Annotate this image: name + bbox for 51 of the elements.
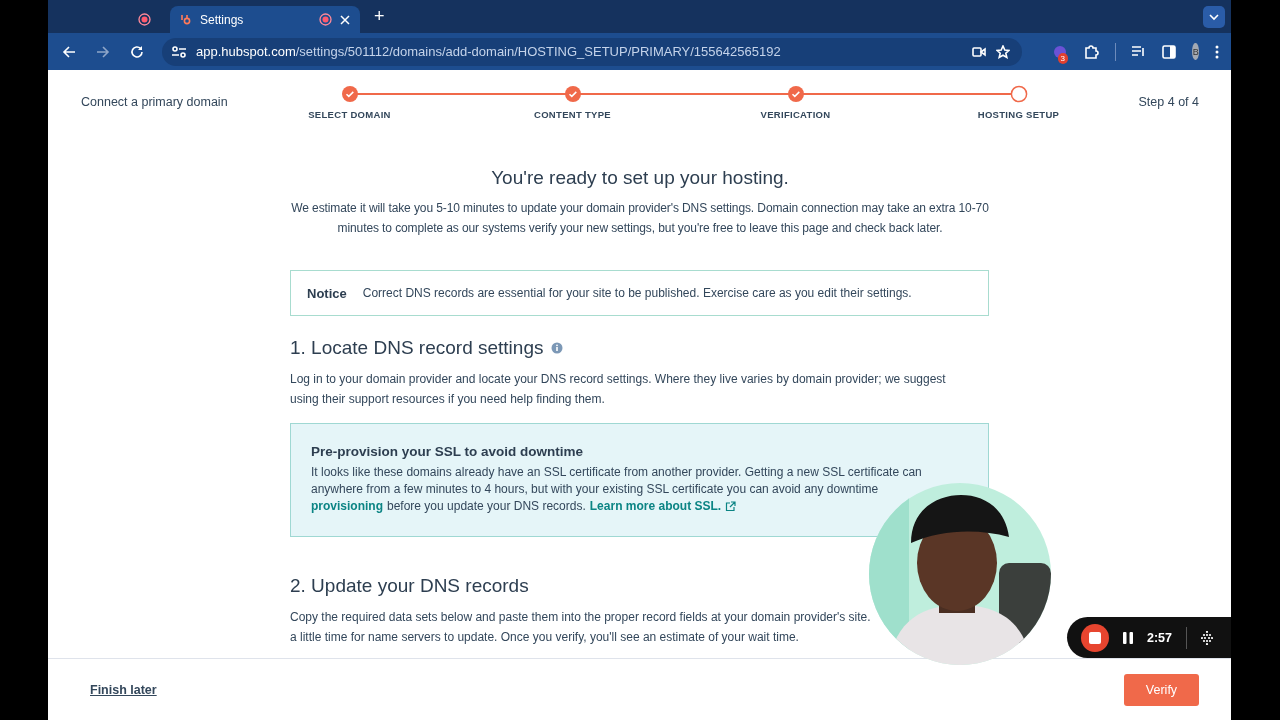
media-list-icon[interactable] <box>1131 45 1147 58</box>
finish-later-link[interactable]: Finish later <box>90 682 157 697</box>
body-text: Log in to your domain provider and locate your DNS record settings. Where they live varies by domain provider; we suggest <box>290 371 947 388</box>
section-heading: 1. Locate DNS record settings <box>290 337 544 359</box>
stop-recording-icon[interactable] <box>1081 623 1109 652</box>
step-label: CONTENT TYPE <box>534 109 611 120</box>
notice-text: Correct DNS records are essential for your site to be published. Exercise care as you edit their settings. <box>362 286 912 300</box>
callout-text: before you update your DNS records. <box>387 498 586 515</box>
intro-text: We estimate it will take you 5-10 minutes to update your domain provider's DNS settings. Domain connection may take an extra 10-70 minutes to complete as our systems verify your new settings, but you're free to leave this page and check back later. <box>290 200 990 237</box>
camera-icon[interactable] <box>972 45 986 58</box>
sprocket-icon <box>180 13 192 26</box>
pause-icon[interactable] <box>1123 631 1133 644</box>
address-bar[interactable]: app.hubspot.com/settings/501112/domains/add-domain/HOSTING_SETUP/PRIMARY/155642565192 <box>162 37 1022 66</box>
star-icon[interactable] <box>996 44 1010 59</box>
provisioning-link[interactable]: provisioning <box>311 498 383 515</box>
recording-time: 2:57 <box>1147 630 1173 645</box>
notification-badge: 3 <box>1057 52 1068 64</box>
recording-icon <box>319 13 332 26</box>
callout-title: Pre-provision your SSL to avoid downtime <box>311 444 585 459</box>
browser-tab[interactable]: Settings <box>170 6 360 33</box>
notice-label: Notice <box>307 285 347 301</box>
step-counter: Step 4 of 4 <box>1137 95 1199 109</box>
step-label: SELECT DOMAIN <box>308 109 391 120</box>
extensions-icon[interactable] <box>1084 44 1099 59</box>
forward-arrow-icon[interactable] <box>96 44 110 59</box>
more-menu-icon[interactable] <box>1215 44 1219 59</box>
extension-icon[interactable]: 3 <box>1052 39 1068 64</box>
back-arrow-icon[interactable] <box>62 44 76 59</box>
verify-button[interactable]: Verify <box>1124 673 1199 706</box>
close-icon[interactable] <box>340 14 350 25</box>
url-text: app.hubspot.com/settings/501112/domains/add-domain/HOSTING_SETUP/PRIMARY/155642565192 <box>196 44 781 59</box>
body-text: using their support resources if you need help finding them. <box>290 391 606 408</box>
step-label: HOSTING SETUP <box>977 109 1060 120</box>
step-label: VERIFICATION <box>760 109 831 120</box>
dotted-grid-icon[interactable] <box>1201 630 1214 645</box>
learn-more-link[interactable]: Learn more about SSL. <box>589 498 722 515</box>
new-tab-button[interactable]: + <box>366 6 393 27</box>
reload-icon[interactable] <box>130 44 144 59</box>
chevron-down-icon[interactable] <box>1203 5 1225 28</box>
callout-text: anywhere from a few minutes to 4 hours, but with your existing SSL certificate you can avoid any downtime <box>311 481 880 498</box>
side-panel-icon[interactable] <box>1162 44 1177 59</box>
callout-text: It looks like these domains already have an SSL certificate from another provider. Getting a new SSL certificate can <box>311 464 923 481</box>
external-link-icon <box>725 501 737 512</box>
body-text: a little time for name servers to update. Once you verify, you'll see an estimate of your wait time. <box>290 629 800 646</box>
recording-icon <box>138 13 151 26</box>
page-heading: You're ready to set up your hosting. <box>490 167 790 189</box>
body-text: Copy the required data sets below and paste them into the proper record fields at your domain provider's site. <box>290 609 872 626</box>
site-settings-icon <box>172 45 186 58</box>
section-heading: 2. Update your DNS records <box>290 575 529 597</box>
wizard-title: Connect a primary domain <box>81 95 229 109</box>
profile-avatar[interactable]: B <box>1192 43 1199 60</box>
